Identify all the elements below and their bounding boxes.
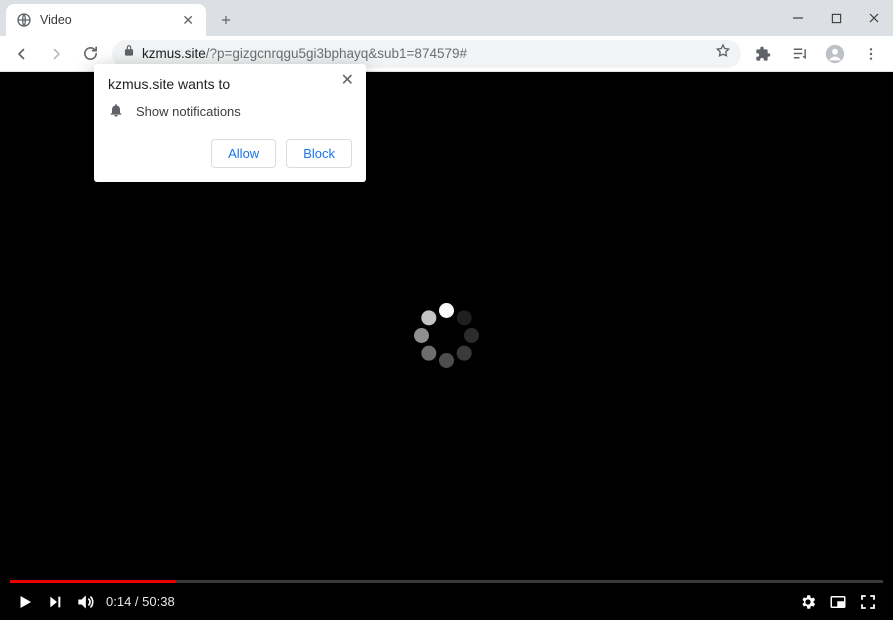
notification-permission-dialog: ✕ kzmus.site wants to Show notifications… (94, 64, 366, 182)
settings-gear-icon[interactable] (793, 587, 823, 617)
window-controls (779, 0, 893, 36)
extensions-icon[interactable] (747, 38, 779, 70)
window-maximize-button[interactable] (817, 0, 855, 36)
window-close-button[interactable] (855, 0, 893, 36)
allow-button[interactable]: Allow (211, 139, 276, 168)
lock-icon (122, 44, 136, 63)
miniplayer-icon[interactable] (823, 587, 853, 617)
spinner-dot (457, 310, 472, 325)
loading-spinner (412, 300, 482, 370)
browser-tab[interactable]: Video ✕ (6, 4, 206, 36)
fullscreen-icon[interactable] (853, 587, 883, 617)
volume-button[interactable] (70, 587, 100, 617)
url-text: kzmus.site/?p=gizgcnrqgu5gi3bphayq&sub1=… (142, 46, 467, 61)
tab-close-icon[interactable]: ✕ (180, 12, 196, 29)
tab-title: Video (40, 13, 172, 27)
spinner-dot (439, 303, 454, 318)
dialog-close-icon[interactable]: ✕ (335, 68, 360, 92)
video-controls: 0:14 / 50:38 (0, 583, 893, 620)
play-button[interactable] (10, 587, 40, 617)
forward-button[interactable] (40, 38, 72, 70)
kebab-menu-icon[interactable] (855, 38, 887, 70)
spinner-dot (421, 310, 436, 325)
window-minimize-button[interactable] (779, 0, 817, 36)
spinner-dot (457, 345, 472, 360)
spinner-dot (414, 328, 429, 343)
new-tab-button[interactable] (212, 6, 240, 34)
profile-avatar-icon[interactable] (819, 38, 851, 70)
dialog-prompt: Show notifications (136, 104, 241, 119)
bell-icon (108, 102, 124, 121)
toolbar-right (747, 38, 887, 70)
tab-strip: Video ✕ (0, 0, 893, 36)
timecode: 0:14 / 50:38 (106, 594, 175, 609)
spinner-dot (464, 328, 479, 343)
reading-list-icon[interactable] (783, 38, 815, 70)
star-icon[interactable] (715, 43, 731, 64)
next-button[interactable] (40, 587, 70, 617)
dialog-heading: kzmus.site wants to (108, 76, 352, 92)
block-button[interactable]: Block (286, 139, 352, 168)
globe-icon (16, 12, 32, 28)
back-button[interactable] (6, 38, 38, 70)
spinner-dot (421, 345, 436, 360)
spinner-dot (439, 353, 454, 368)
